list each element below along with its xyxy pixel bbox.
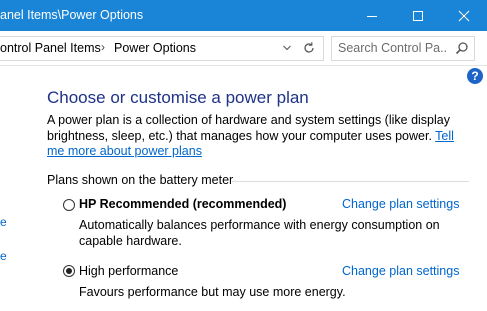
close-icon: [458, 10, 470, 21]
plan-description: Automatically balances performance with …: [79, 218, 440, 248]
search-icon[interactable]: [455, 41, 469, 55]
title-bar: anel Items\Power Options: [0, 0, 487, 32]
breadcrumb-control-panel-items[interactable]: ontrol Panel Items: [0, 41, 101, 55]
address-bar[interactable]: ontrol Panel Items › Power Options: [0, 36, 324, 61]
navigation-bar: ontrol Panel Items › Power Options: [0, 31, 487, 66]
help-icon[interactable]: ?: [467, 68, 483, 84]
window-title: anel Items\Power Options: [0, 8, 144, 22]
description-text: A power plan is a collection of hardware…: [47, 113, 450, 143]
left-panel-link[interactable]: e: [0, 249, 7, 263]
breadcrumb-power-options[interactable]: Power Options: [114, 41, 196, 55]
change-plan-settings-link[interactable]: Change plan settings: [342, 264, 459, 278]
search-input[interactable]: [338, 40, 448, 56]
breadcrumb-separator-icon[interactable]: ›: [101, 40, 105, 54]
plan-description: Favours performance but may use more ene…: [79, 285, 346, 299]
left-panel-link[interactable]: e: [0, 215, 7, 229]
plan-name-high-performance[interactable]: High performance: [79, 264, 178, 278]
search-box[interactable]: [331, 36, 475, 61]
high-performance-radio[interactable]: [63, 265, 75, 277]
minimize-button[interactable]: [349, 0, 395, 31]
plan-name-hp-recommended[interactable]: HP Recommended (recommended): [79, 197, 286, 211]
page-description: A power plan is a collection of hardware…: [47, 113, 467, 160]
refresh-icon[interactable]: [302, 41, 316, 55]
close-button[interactable]: [441, 0, 487, 31]
group-divider: [232, 181, 469, 182]
page-title: Choose or customise a power plan: [47, 88, 309, 107]
hp-recommended-radio[interactable]: [63, 199, 75, 211]
change-plan-settings-link[interactable]: Change plan settings: [342, 197, 459, 211]
maximize-button[interactable]: [395, 0, 441, 31]
maximize-icon: [413, 10, 423, 21]
minimize-icon: [367, 15, 377, 17]
group-header: Plans shown on the battery meter: [47, 173, 234, 187]
address-dropdown-icon[interactable]: [282, 42, 292, 54]
